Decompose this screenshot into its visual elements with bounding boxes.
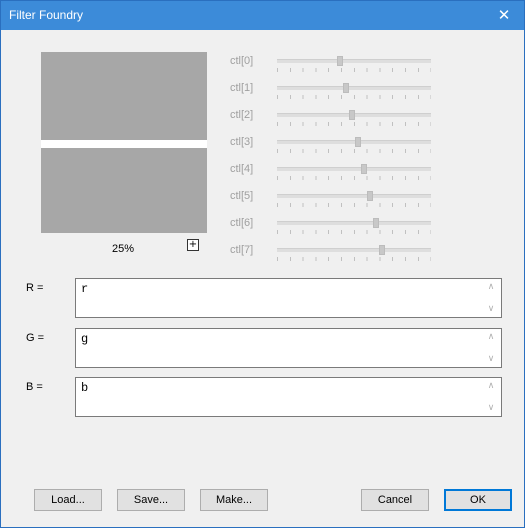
- ctl-7-ticks: [277, 257, 431, 261]
- scroll-down-icon[interactable]: ∨: [485, 303, 497, 315]
- window-title: Filter Foundry: [9, 8, 84, 22]
- ctl-3-slider[interactable]: [277, 137, 431, 147]
- ctl-2-ticks: [277, 122, 431, 126]
- ctl-5-thumb[interactable]: [367, 191, 373, 201]
- ctl-7-thumb[interactable]: [379, 245, 385, 255]
- close-icon[interactable]: ✕: [484, 1, 524, 30]
- g-expression-field[interactable]: g ∧ ∨: [75, 328, 502, 368]
- b-expression-label: B =: [26, 381, 43, 393]
- ctl-0-ticks: [277, 68, 431, 72]
- preview-stripe: [41, 140, 207, 148]
- ctl-4-thumb[interactable]: [361, 164, 367, 174]
- ctl-2-thumb[interactable]: [349, 110, 355, 120]
- ctl-3-label: ctl[3]: [230, 136, 254, 148]
- ctl-1-slider[interactable]: [277, 83, 431, 93]
- ctl-6-slider[interactable]: [277, 218, 431, 228]
- ctl-0-slider[interactable]: [277, 56, 431, 66]
- ctl-4-ticks: [277, 176, 431, 180]
- ctl-7-slider[interactable]: [277, 245, 431, 255]
- ctl-7-label: ctl[7]: [230, 244, 254, 256]
- b-expression-value[interactable]: b: [81, 381, 88, 395]
- g-expression-value[interactable]: g: [81, 332, 88, 346]
- ctl-5-label: ctl[5]: [230, 190, 254, 202]
- ctl-3-thumb[interactable]: [355, 137, 361, 147]
- ctl-6-label: ctl[6]: [230, 217, 254, 229]
- r-expression-label: R =: [26, 282, 44, 294]
- filter-foundry-dialog: Filter Foundry ✕ 25% + ctl[0] ctl[1] ctl…: [0, 0, 525, 528]
- scroll-up-icon[interactable]: ∧: [485, 380, 497, 392]
- ctl-1-thumb[interactable]: [343, 83, 349, 93]
- g-expression-label: G =: [26, 332, 45, 344]
- ctl-5-ticks: [277, 203, 431, 207]
- preview-image[interactable]: [41, 52, 207, 233]
- ctl-1-ticks: [277, 95, 431, 99]
- scroll-down-icon[interactable]: ∨: [485, 353, 497, 365]
- ctl-5-slider[interactable]: [277, 191, 431, 201]
- scroll-up-icon[interactable]: ∧: [485, 331, 497, 343]
- ok-button[interactable]: OK: [444, 489, 512, 511]
- cancel-button[interactable]: Cancel: [361, 489, 429, 511]
- save-button[interactable]: Save...: [117, 489, 185, 511]
- scroll-down-icon[interactable]: ∨: [485, 402, 497, 414]
- ctl-0-thumb[interactable]: [337, 56, 343, 66]
- ctl-2-slider[interactable]: [277, 110, 431, 120]
- ctl-3-ticks: [277, 149, 431, 153]
- make-button[interactable]: Make...: [200, 489, 268, 511]
- r-expression-value[interactable]: r: [81, 282, 88, 296]
- title-bar: Filter Foundry ✕: [1, 1, 524, 30]
- ctl-2-label: ctl[2]: [230, 109, 254, 121]
- ctl-6-ticks: [277, 230, 431, 234]
- r-expression-field[interactable]: r ∧ ∨: [75, 278, 502, 318]
- ctl-6-thumb[interactable]: [373, 218, 379, 228]
- zoom-level: 25%: [112, 243, 135, 255]
- ctl-4-label: ctl[4]: [230, 163, 254, 175]
- b-expression-field[interactable]: b ∧ ∨: [75, 377, 502, 417]
- ctl-4-slider[interactable]: [277, 164, 431, 174]
- ctl-0-label: ctl[0]: [230, 55, 254, 67]
- scroll-up-icon[interactable]: ∧: [485, 281, 497, 293]
- load-button[interactable]: Load...: [34, 489, 102, 511]
- ctl-1-label: ctl[1]: [230, 82, 254, 94]
- zoom-in-icon[interactable]: +: [187, 239, 199, 251]
